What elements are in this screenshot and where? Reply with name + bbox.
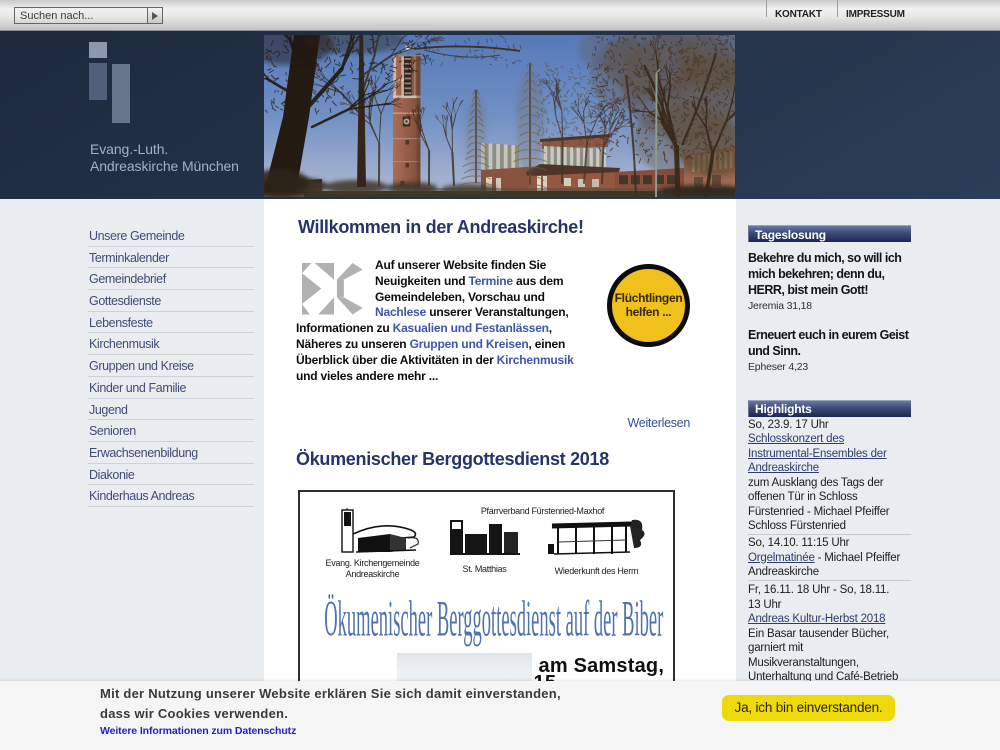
svg-text:Ökumenischer Berggottesdienst: Ökumenischer Berggottesdienst auf der Bi… xyxy=(324,591,663,647)
